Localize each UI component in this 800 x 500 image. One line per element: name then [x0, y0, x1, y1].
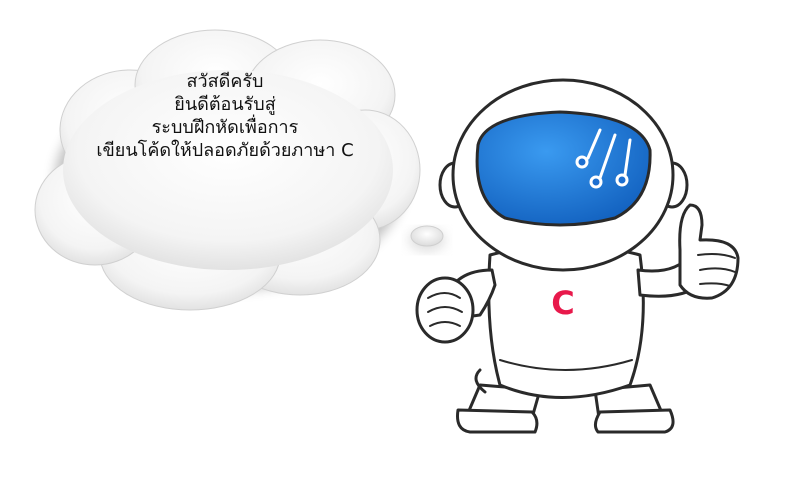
system-line: ระบบฝึกหัดเพื่อการ [151, 117, 299, 138]
secure-coding-line: เขียนโค้ดให้ปลอดภัยด้วยภาษา C [96, 140, 354, 161]
robot-mascot-icon [415, 78, 740, 434]
thought-puff-icon [409, 225, 445, 251]
greeting-line: สวัสดีครับ [186, 71, 264, 92]
thought-bubble-text: สวัสดีครับ ยินดีต้อนรับสู่ ระบบฝึกหัดเพื… [40, 70, 410, 162]
welcome-line: ยินดีต้อนรับสู่ [174, 94, 276, 115]
chest-logo-letter: C [551, 284, 575, 322]
welcome-illustration: สวัสดีครับ ยินดีต้อนรับสู่ ระบบฝึกหัดเพื… [0, 0, 800, 500]
